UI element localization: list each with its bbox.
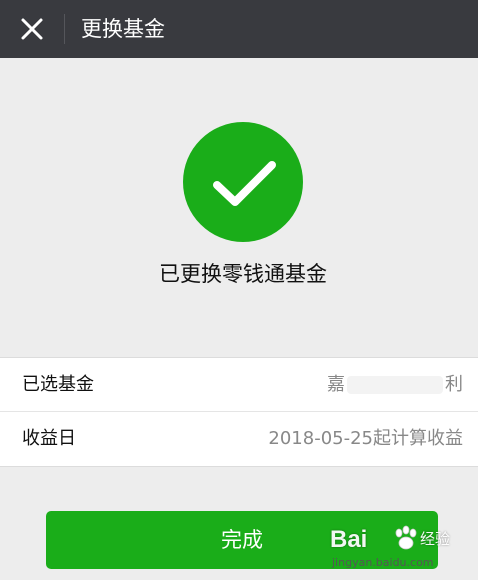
- selected-fund-value: 嘉利: [327, 358, 463, 411]
- page-title: 更换基金: [81, 17, 165, 41]
- redacted-fund-name: [347, 376, 443, 394]
- watermark-url: jingyan.baidu.com: [332, 556, 434, 569]
- success-badge: [183, 122, 303, 242]
- watermark-brand: Bai: [330, 526, 368, 553]
- success-message: 已更换零钱通基金: [159, 262, 327, 286]
- selected-fund-label: 已选基金: [22, 374, 94, 395]
- selected-fund-value-start: 嘉: [327, 374, 345, 395]
- paw-icon: [395, 525, 417, 550]
- earnings-date-label: 收益日: [22, 428, 76, 449]
- earnings-date-value: 2018-05-25起计算收益: [268, 428, 463, 449]
- checkmark-icon: [213, 161, 276, 206]
- fund-info-panel: 已选基金 嘉利 收益日 2018-05-25起计算收益: [0, 357, 478, 467]
- close-button[interactable]: [10, 7, 54, 51]
- earnings-date-row: 收益日 2018-05-25起计算收益: [0, 412, 478, 465]
- topbar-divider: [64, 14, 65, 44]
- selected-fund-row: 已选基金 嘉利: [0, 358, 478, 412]
- top-bar: 更换基金: [0, 0, 478, 58]
- selected-fund-value-end: 利: [445, 374, 463, 395]
- baidu-watermark: Bai 经验 jingyan.baidu.com: [330, 525, 470, 574]
- close-icon: [21, 18, 43, 40]
- watermark-cn: 经验: [420, 530, 451, 548]
